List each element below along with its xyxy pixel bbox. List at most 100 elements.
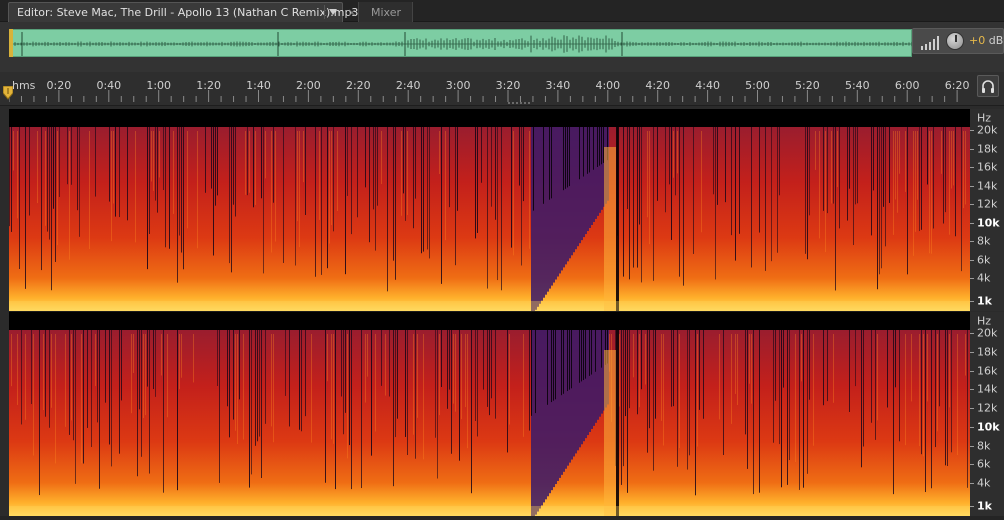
spectral-transient xyxy=(487,127,488,289)
spectral-break xyxy=(616,330,619,516)
freq-tick-label: 10k xyxy=(977,216,1000,230)
spectral-transient xyxy=(627,127,628,210)
time-tick-label: 4:40 xyxy=(695,79,720,92)
spectral-gap xyxy=(603,127,604,163)
spectral-gap xyxy=(579,330,580,383)
tab-mixer[interactable]: Mixer xyxy=(358,2,413,22)
spectral-gap xyxy=(563,330,564,394)
spectral-transient xyxy=(79,127,80,237)
spectral-transient xyxy=(805,127,806,254)
waveform-overview[interactable] xyxy=(9,29,913,57)
volume-knob-icon[interactable] xyxy=(946,32,964,50)
time-ruler[interactable]: hms 0:20 0:40 1:00 1:20 1:40 2:00 2:20 2:40 3:00… xyxy=(0,72,1004,106)
freq-tick xyxy=(970,483,974,485)
tab-editor[interactable]: Editor: Steve Mac, The Drill - Apollo 13… xyxy=(8,2,358,22)
time-tick-label: 1:00 xyxy=(146,79,172,92)
spectral-transient xyxy=(251,330,252,475)
spectral-transient xyxy=(459,330,460,461)
freq-tick xyxy=(970,241,974,243)
spectral-transient xyxy=(181,127,182,253)
close-icon[interactable]: × xyxy=(346,2,358,22)
spectral-low-band xyxy=(9,506,970,516)
spectral-transient xyxy=(437,330,438,479)
spectral-transient xyxy=(777,127,778,253)
chevron-down-icon[interactable] xyxy=(324,5,340,19)
frequency-scale-right[interactable]: Hz 20k 18k 16k 14k 12k 10k 8k 6k 4k 1k xyxy=(970,312,1004,516)
freq-tick xyxy=(970,130,974,131)
spectral-transient xyxy=(665,127,666,213)
spectral-energy xyxy=(949,131,950,235)
headphones-icon xyxy=(982,79,994,93)
spectral-gap xyxy=(535,330,536,414)
spectral-channel-right[interactable] xyxy=(9,312,970,516)
spectral-energy xyxy=(661,334,662,421)
spectral-transient xyxy=(789,330,790,461)
spectral-transient xyxy=(653,330,654,471)
spectral-transient xyxy=(441,330,442,388)
spectral-transient xyxy=(451,330,452,454)
monitor-button[interactable] xyxy=(977,75,999,97)
spectral-transient xyxy=(229,330,230,438)
freq-tick-label: 18k xyxy=(977,142,998,156)
spectral-transient xyxy=(205,127,206,193)
spectral-transient xyxy=(273,127,274,203)
gain-readout[interactable]: +0 dB xyxy=(969,34,1003,47)
spectral-transient xyxy=(49,330,50,428)
spectral-transient xyxy=(415,330,416,459)
spectral-transient xyxy=(449,330,450,390)
spectral-transient xyxy=(863,330,864,447)
spectral-energy xyxy=(333,334,334,444)
spectral-transient xyxy=(779,127,780,196)
spectral-transient xyxy=(629,127,630,280)
spectral-transient xyxy=(213,127,214,256)
spectral-channel-left[interactable] xyxy=(9,109,970,311)
spectral-swell xyxy=(604,147,616,311)
spectral-energy xyxy=(179,334,180,390)
spectral-transient xyxy=(683,127,684,286)
spectral-transient xyxy=(475,330,476,421)
spectral-energy xyxy=(917,131,918,200)
spectral-gap xyxy=(563,127,564,191)
spectral-energy xyxy=(749,334,750,384)
spectral-energy xyxy=(897,131,898,213)
spectral-energy xyxy=(167,334,168,418)
spectral-quiet-band xyxy=(577,127,579,247)
spectral-energy xyxy=(735,334,736,394)
spectral-energy xyxy=(89,131,90,250)
spectral-transient xyxy=(847,127,848,221)
spectral-transient xyxy=(481,127,482,183)
time-tick-label: 2:00 xyxy=(296,79,321,92)
spectral-transient xyxy=(501,127,502,291)
spectral-transient xyxy=(781,330,782,488)
spectral-transient xyxy=(239,330,240,400)
spectral-quiet-band xyxy=(539,330,541,509)
spectral-transient xyxy=(421,127,422,254)
panel-resize-grip[interactable] xyxy=(508,101,532,105)
spectral-quiet-band xyxy=(585,127,587,235)
overview-range-handle[interactable] xyxy=(9,29,13,57)
spectral-energy xyxy=(619,334,620,407)
spectral-transient xyxy=(153,330,154,390)
spectral-transient xyxy=(771,127,772,262)
frequency-scale-left[interactable]: Hz 20k 18k 16k 14k 12k 10k 8k 6k 4k 1k xyxy=(970,109,1004,311)
freq-tick-label: 16k xyxy=(977,364,998,378)
spectral-quiet-band xyxy=(573,330,575,457)
spectral-transient xyxy=(725,127,726,203)
playhead-marker-icon[interactable] xyxy=(3,86,13,100)
spectral-energy xyxy=(467,334,468,449)
spectral-transient xyxy=(627,330,628,493)
spectral-transient xyxy=(75,330,76,484)
spectral-energy xyxy=(331,131,332,226)
freq-tick xyxy=(970,464,974,466)
spectral-transient xyxy=(507,330,508,453)
spectral-low-band xyxy=(9,301,970,311)
spectral-transient xyxy=(365,127,366,188)
spectral-transient xyxy=(523,127,524,202)
spectral-energy xyxy=(913,131,914,256)
spectral-quiet-band xyxy=(599,330,601,417)
spectral-transient xyxy=(429,127,430,259)
spectral-transient xyxy=(435,330,436,438)
time-tick-label: 6:20 xyxy=(944,79,970,92)
spectral-transient xyxy=(371,330,372,456)
spectral-quiet-band xyxy=(541,330,543,506)
